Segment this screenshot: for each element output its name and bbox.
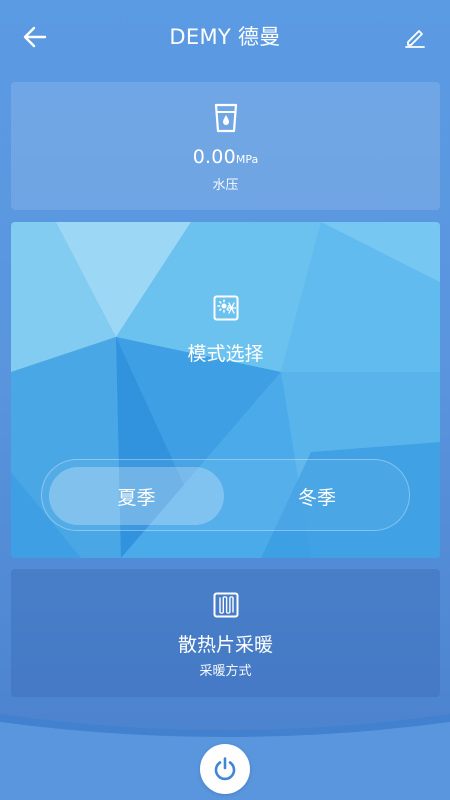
pencil-icon (405, 30, 425, 48)
mode-icon (213, 295, 238, 321)
mode-selection-card: 模式选择 夏季 冬季 (11, 222, 440, 558)
water-pressure-card: 0.00MPa 水压 (11, 82, 440, 210)
power-button[interactable] (200, 744, 250, 794)
summer-mode-button[interactable]: 夏季 (49, 467, 224, 525)
power-icon (214, 757, 236, 781)
edit-button[interactable] (400, 22, 430, 52)
pressure-value: 0.00 (192, 146, 236, 168)
mode-title: 模式选择 (187, 343, 264, 365)
radiator-icon (213, 592, 238, 618)
winter-mode-button[interactable]: 冬季 (230, 467, 404, 525)
pressure-unit: MPa (235, 153, 259, 166)
heating-title: 散热片采暖 (177, 634, 273, 656)
water-cup-icon (214, 103, 237, 133)
app-header: DEMY 德曼 (0, 0, 450, 72)
pressure-readout: 0.00MPa (11, 146, 440, 168)
pressure-label: 水压 (212, 178, 239, 193)
season-toggle: 夏季 冬季 (41, 459, 410, 531)
heating-label: 采暖方式 (199, 664, 252, 679)
heating-method-card[interactable]: 散热片采暖 采暖方式 (11, 569, 440, 697)
page-title: DEMY 德曼 (169, 25, 281, 49)
